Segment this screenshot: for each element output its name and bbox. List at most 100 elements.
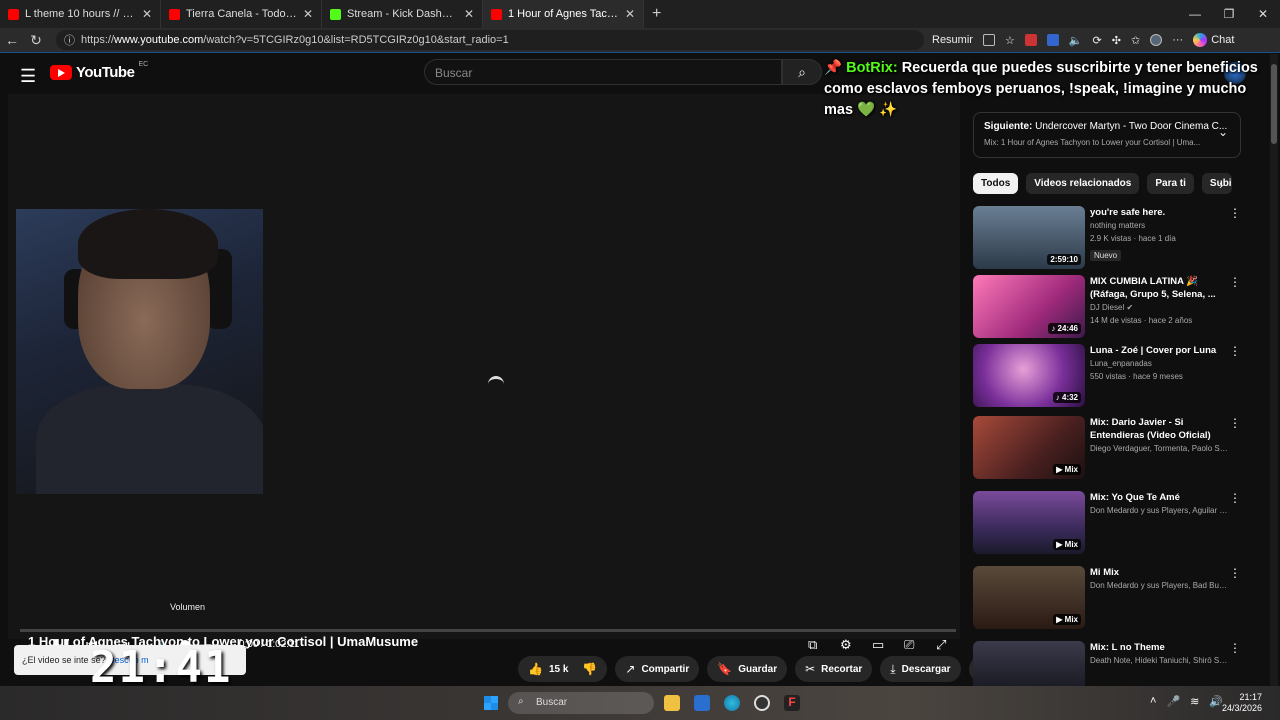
file-explorer-icon[interactable] <box>664 695 680 711</box>
browser-tab[interactable]: L theme 10 hours // death note - \ ✕ <box>0 0 161 28</box>
browser-tab[interactable]: Tierra Canela - Todo Lo Tuve Cont ✕ <box>161 0 322 28</box>
store-icon[interactable] <box>694 695 710 711</box>
kebab-menu-icon[interactable]: ⋮ <box>1229 566 1241 580</box>
new-tab-button[interactable]: + <box>652 5 661 23</box>
share-button[interactable]: ↗ Compartir <box>615 656 700 682</box>
scrollbar-thumb[interactable] <box>1271 64 1277 144</box>
save-button[interactable]: 🔖 Guardar <box>707 656 788 682</box>
youtube-favicon-icon <box>491 8 502 20</box>
thumbnail[interactable]: ▶ Mix <box>973 416 1085 479</box>
clip-button[interactable]: ✂ Recortar <box>795 656 873 682</box>
recommendation-item[interactable]: ▶ Mix Mix: Yo Que Te Amé Don Medardo y su… <box>973 491 1243 557</box>
back-icon[interactable]: ← <box>0 32 24 48</box>
browser-tab[interactable]: Stream - Kick Dashboard ✕ <box>322 0 483 28</box>
profile-icon[interactable] <box>1150 34 1163 46</box>
fullscreen-icon[interactable]: ⤢ <box>936 637 946 653</box>
url-text: https://www.youtube.com/watch?v=5TCGIRz0… <box>81 34 509 46</box>
app-f-icon[interactable]: F <box>784 695 800 711</box>
sync-icon[interactable]: ⟳ <box>1093 34 1102 47</box>
split-screen-icon[interactable] <box>982 34 995 46</box>
progress-bar[interactable] <box>20 629 956 632</box>
recommendation-item[interactable]: 2:59:10 you're safe here. nothing matters… <box>973 206 1243 272</box>
webcam-overlay <box>16 209 263 494</box>
more-icon[interactable]: ··· <box>1172 34 1183 46</box>
stream-chat-overlay: 📌 BotRix: Recuerda que puedes suscribirt… <box>824 58 1276 121</box>
recommendation-item[interactable]: Mix: L no Theme Death Note, Hideki Taniuc… <box>973 641 1243 686</box>
download-icon: ⤓ <box>890 661 896 676</box>
edge-icon[interactable] <box>724 695 740 711</box>
search-input[interactable]: Buscar <box>424 59 782 85</box>
close-tab-icon[interactable]: ✕ <box>625 7 635 21</box>
summarize-button[interactable]: Resumir <box>932 34 973 46</box>
new-badge: Nuevo <box>1090 250 1122 261</box>
page-scrollbar[interactable] <box>1270 54 1278 686</box>
chevron-down-icon[interactable]: ⌄ <box>1218 125 1228 139</box>
search-icon[interactable]: ⌕ <box>782 59 822 85</box>
kebab-menu-icon[interactable]: ⋮ <box>1229 416 1241 430</box>
video-actions: 👍 15 k 👎 ↗ Compartir 🔖 Guardar ✂ Recortar ⤓ De… <box>518 656 995 682</box>
extension-icon[interactable] <box>1024 34 1037 46</box>
theater-mode-icon[interactable]: ▭ <box>872 637 884 653</box>
like-button[interactable]: 👍 15 k 👎 <box>518 656 608 682</box>
kebab-menu-icon[interactable]: ⋮ <box>1229 491 1241 505</box>
mute-icon[interactable]: 🔈 <box>1069 34 1083 47</box>
chip-for-you[interactable]: Para ti <box>1147 173 1194 194</box>
chip-uploaded[interactable]: Subi <box>1201 173 1232 194</box>
settings-gear-icon[interactable]: ⚙ <box>840 637 852 653</box>
chip-related[interactable]: Videos relacionados <box>1026 173 1140 194</box>
extensions-icon[interactable]: ✣ <box>1112 34 1121 47</box>
thumbnail[interactable]: ▶ Mix <box>973 491 1085 554</box>
recommendation-item[interactable]: ▶ Mix Mi Mix Don Medardo y sus Players, B… <box>973 566 1243 632</box>
thumbnail[interactable]: ♪ 24:46 <box>973 275 1085 338</box>
speaker-icon[interactable]: 🔊 <box>1209 695 1223 708</box>
taskbar-search-input[interactable]: ⌕ Buscar <box>508 692 654 714</box>
window-controls: — ❐ ✕ <box>1178 0 1280 28</box>
thumbnail[interactable] <box>973 641 1085 686</box>
chevron-right-icon[interactable]: › <box>1219 177 1223 192</box>
windows-start-icon[interactable] <box>484 696 498 710</box>
kebab-menu-icon[interactable]: ⋮ <box>1229 275 1241 289</box>
share-icon: ↗ <box>625 662 636 676</box>
restore-icon[interactable]: ❐ <box>1212 0 1246 28</box>
menu-icon[interactable]: ☰ <box>20 66 36 87</box>
thumbnail[interactable]: ▶ Mix <box>973 566 1085 629</box>
obs-icon[interactable] <box>754 695 770 711</box>
browser-tab-active[interactable]: 1 Hour of Agnes Tachyon to Lower ✕ <box>483 0 644 28</box>
copilot-chat-button[interactable]: Chat <box>1193 33 1234 47</box>
url-field[interactable]: ⓘ https://www.youtube.com/watch?v=5TCGIR… <box>56 30 924 50</box>
loading-spinner-icon <box>488 376 504 392</box>
wifi-icon[interactable]: ≋ <box>1190 695 1199 708</box>
tab-title: L theme 10 hours // death note - \ <box>25 8 136 20</box>
favorites-icon[interactable]: ✩ <box>1131 34 1140 47</box>
video-player[interactable]: Volumen ❚❚ ⏮ ⏭ 🔈 0:00 / 1:02:11 ⧉ ⚙ ▭ ⎚ … <box>8 94 960 652</box>
recommendation-item[interactable]: ♪ 24:46 MIX CUMBIA LATINA 🎉 (Ráfaga, Gru… <box>973 275 1243 341</box>
close-tab-icon[interactable]: ✕ <box>142 7 152 21</box>
chip-todos[interactable]: Todos <box>973 173 1019 194</box>
minimize-icon[interactable]: — <box>1178 0 1212 28</box>
youtube-logo[interactable]: YouTube EC <box>50 61 148 81</box>
thumbs-up-icon: 👍 <box>528 662 543 676</box>
refresh-icon[interactable]: ↻ <box>24 32 48 49</box>
close-tab-icon[interactable]: ✕ <box>464 7 474 21</box>
thumbnail[interactable]: ♪ 4:32 <box>973 344 1085 407</box>
extension-icon[interactable] <box>1046 34 1059 46</box>
microphone-icon[interactable]: 🎤 <box>1166 695 1180 708</box>
download-button[interactable]: ⤓ Descargar <box>880 656 961 682</box>
thumbnail[interactable]: 2:59:10 <box>973 206 1085 269</box>
kebab-menu-icon[interactable]: ⋮ <box>1229 344 1241 358</box>
cast-icon[interactable]: ⎚ <box>904 637 914 653</box>
close-window-icon[interactable]: ✕ <box>1246 0 1280 28</box>
bookmark-icon: 🔖 <box>717 662 733 676</box>
thumbs-down-icon[interactable]: 👎 <box>582 662 597 676</box>
kebab-menu-icon[interactable]: ⋮ <box>1229 641 1241 655</box>
favorite-star-icon[interactable]: ☆ <box>1005 34 1015 47</box>
recommendation-item[interactable]: ▶ Mix Mix: Dario Javier - Si Entendieras… <box>973 416 1243 482</box>
info-icon[interactable]: ⓘ <box>64 32 75 48</box>
chevron-up-icon[interactable]: ˄ <box>1150 695 1156 708</box>
kebab-menu-icon[interactable]: ⋮ <box>1229 206 1241 220</box>
tab-title: 1 Hour of Agnes Tachyon to Lower <box>508 8 619 20</box>
recommendation-item[interactable]: ♪ 4:32 Luna - Zoé | Cover por Luna Luna_e… <box>973 344 1243 410</box>
close-tab-icon[interactable]: ✕ <box>303 7 313 21</box>
taskbar-clock[interactable]: 21:17 24/3/2026 <box>1222 692 1262 714</box>
subtitles-icon[interactable]: ⧉ <box>808 637 817 653</box>
